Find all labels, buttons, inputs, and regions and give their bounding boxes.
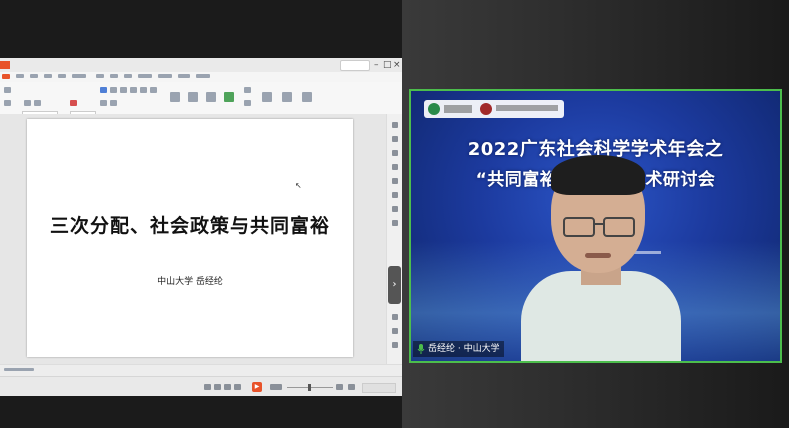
university-logo-wordmark: [496, 105, 558, 111]
zoom-slider[interactable]: [287, 384, 333, 391]
format-painter-icon[interactable]: [4, 100, 11, 106]
underline-icon[interactable]: [120, 87, 127, 93]
glasses-left: [563, 217, 595, 237]
shape-icon[interactable]: [188, 92, 198, 102]
menu-slideshow[interactable]: [96, 74, 104, 78]
collapse-panel-button[interactable]: ›: [388, 266, 401, 304]
video-feed[interactable]: 2022广东社会科学学术年会之 “共同富裕 理论坛”学术研讨会 岳经纶 · 中山…: [409, 89, 782, 363]
replace-icon[interactable]: [244, 100, 251, 106]
menu-search[interactable]: [178, 74, 190, 78]
tool-backup-icon[interactable]: [392, 328, 398, 334]
select-icon[interactable]: [262, 92, 272, 102]
tool-help-icon[interactable]: [392, 342, 398, 348]
tool-select-icon[interactable]: [392, 122, 398, 128]
bold-icon[interactable]: [100, 87, 107, 93]
speaker-mouth: [585, 253, 611, 258]
quick-style-icon[interactable]: [224, 92, 234, 102]
zoom-in-icon[interactable]: [336, 384, 343, 390]
align-left-icon[interactable]: [130, 87, 137, 93]
tool-transition-icon[interactable]: [392, 164, 398, 170]
align-center-icon[interactable]: [140, 87, 147, 93]
notes-placeholder: [4, 368, 34, 371]
menu-help[interactable]: [196, 74, 210, 78]
slide[interactable]: 三次分配、社会政策与共同富裕 中山大学 岳经纶 ↖: [27, 119, 353, 357]
paste-icon[interactable]: [4, 87, 11, 93]
maximize-icon[interactable]: □: [383, 59, 392, 71]
tool-animation-icon[interactable]: [392, 150, 398, 156]
menu-insert[interactable]: [30, 74, 38, 78]
microphone-icon: [417, 343, 425, 354]
search-input[interactable]: [340, 60, 370, 71]
slide-canvas[interactable]: 三次分配、社会政策与共同富裕 中山大学 岳经纶 ↖: [0, 114, 386, 364]
organizer-logo-wordmark: [444, 105, 472, 113]
numbering-icon[interactable]: [34, 100, 41, 106]
menu-members[interactable]: [158, 74, 172, 78]
participant-name: 岳经纶 · 中山大学: [428, 344, 500, 354]
menu-animation[interactable]: [72, 74, 86, 78]
tool-color-icon[interactable]: [392, 206, 398, 212]
organizer-logos: [424, 100, 564, 118]
menu-review[interactable]: [110, 74, 118, 78]
glasses-right: [603, 217, 635, 237]
menu-switch[interactable]: [58, 74, 66, 78]
notes-toggle-icon[interactable]: [204, 384, 211, 390]
bullet-icon[interactable]: [24, 100, 31, 106]
title-bar: – □ ×: [0, 58, 402, 73]
tool-style-icon[interactable]: [392, 192, 398, 198]
menu-view[interactable]: [124, 74, 132, 78]
menu-tools[interactable]: [138, 74, 152, 78]
reading-view-icon[interactable]: [234, 384, 241, 390]
menu-bar: [0, 72, 402, 82]
right-toolbar: [386, 114, 402, 364]
align-right-icon[interactable]: [150, 87, 157, 93]
presentation-pane: – □ × 三次分配、社会政策与共同富裕 中山大学 岳经纶 ↖ › ▶: [0, 0, 402, 428]
slide-layout-icon[interactable]: [282, 92, 292, 102]
normal-view-icon[interactable]: [214, 384, 221, 390]
wps-window: – □ × 三次分配、社会政策与共同富裕 中山大学 岳经纶 ↖ › ▶: [0, 58, 402, 396]
minimize-icon[interactable]: –: [374, 59, 379, 71]
speaker-video: [511, 153, 691, 361]
glasses-bridge: [593, 223, 603, 225]
new-slide-icon[interactable]: [302, 92, 312, 102]
menu-file[interactable]: [2, 74, 10, 79]
slide-title: 三次分配、社会政策与共同富裕: [49, 215, 330, 237]
menu-design[interactable]: [44, 74, 52, 78]
tool-share-icon[interactable]: [392, 314, 398, 320]
collaboration-button[interactable]: [362, 383, 396, 393]
slide-author: 中山大学 岳经纶: [157, 277, 223, 287]
arrange-icon[interactable]: [206, 92, 216, 102]
close-icon[interactable]: ×: [393, 59, 401, 71]
play-slideshow-button[interactable]: ▶: [252, 382, 262, 392]
menu-home[interactable]: [16, 74, 24, 78]
italic-icon[interactable]: [110, 87, 117, 93]
font-color-icon[interactable]: [70, 100, 77, 106]
tool-comment-icon[interactable]: [392, 178, 398, 184]
organizer-logo-icon: [428, 103, 440, 115]
status-bar: ▶: [0, 376, 402, 396]
wps-logo-icon[interactable]: [0, 61, 10, 69]
sorter-view-icon[interactable]: [224, 384, 231, 390]
zoom-percent: [270, 384, 282, 390]
mouse-cursor-icon: ↖: [295, 181, 302, 190]
university-logo-icon: [480, 103, 492, 115]
zoom-slider-thumb[interactable]: [308, 384, 311, 391]
ribbon-toolbar: [0, 82, 402, 120]
tool-settings-icon[interactable]: [392, 220, 398, 226]
outdent-icon[interactable]: [110, 100, 117, 106]
participant-name-tag: 岳经纶 · 中山大学: [413, 341, 504, 357]
textbox-icon[interactable]: [170, 92, 180, 102]
find-icon[interactable]: [244, 87, 251, 93]
tool-shape-icon[interactable]: [392, 136, 398, 142]
indent-icon[interactable]: [100, 100, 107, 106]
speaker-hair: [551, 155, 645, 195]
fit-window-icon[interactable]: [348, 384, 355, 390]
